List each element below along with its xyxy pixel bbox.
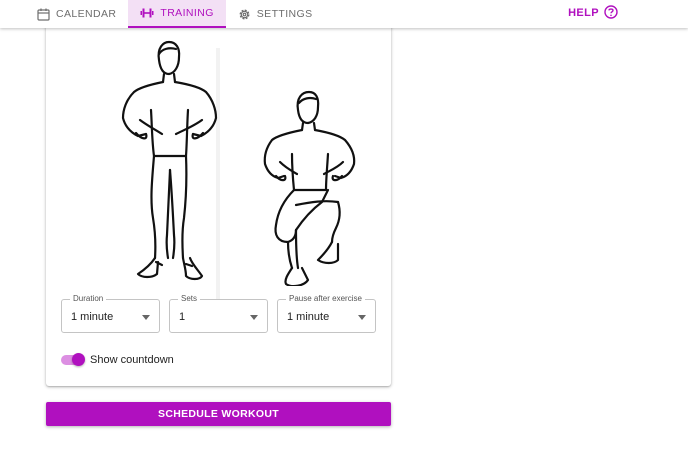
sets-legend: Sets (178, 294, 201, 303)
question-circle-icon (604, 4, 618, 22)
duration-legend: Duration (70, 294, 107, 303)
top-nav: CALENDAR TRAINING SETTINGS HELP (0, 0, 688, 28)
countdown-toggle[interactable] (61, 352, 85, 368)
duration-value: 1 minute (71, 311, 114, 323)
chevron-down-icon (142, 315, 150, 320)
pause-legend: Pause after exercise (286, 294, 365, 303)
sets-select[interactable]: Sets 1 (169, 294, 268, 333)
duration-select[interactable]: Duration 1 minute (61, 294, 160, 333)
tab-training-label: TRAINING (160, 7, 214, 19)
exercise-illustration (121, 40, 356, 286)
pause-select[interactable]: Pause after exercise 1 minute (277, 294, 376, 333)
pause-value: 1 minute (287, 311, 330, 323)
figure-knee-raise (263, 90, 356, 286)
help-label: HELP (568, 7, 599, 19)
schedule-workout-button[interactable]: SCHEDULE WORKOUT (46, 402, 391, 426)
tab-calendar[interactable]: CALENDAR (27, 0, 128, 28)
tab-training[interactable]: TRAINING (128, 0, 226, 28)
tab-settings[interactable]: SETTINGS (226, 0, 325, 28)
gear-icon (238, 8, 251, 21)
help-button[interactable]: HELP (568, 0, 618, 26)
tab-settings-label: SETTINGS (256, 8, 313, 20)
toggle-thumb (72, 353, 85, 366)
chevron-down-icon (250, 315, 258, 320)
figure-standing (121, 40, 218, 281)
chevron-down-icon (358, 315, 366, 320)
tab-calendar-label: CALENDAR (56, 8, 117, 20)
dumbbell-icon (140, 7, 154, 19)
calendar-icon (37, 8, 50, 21)
countdown-label: Show countdown (90, 354, 174, 366)
sets-value: 1 (179, 311, 186, 323)
